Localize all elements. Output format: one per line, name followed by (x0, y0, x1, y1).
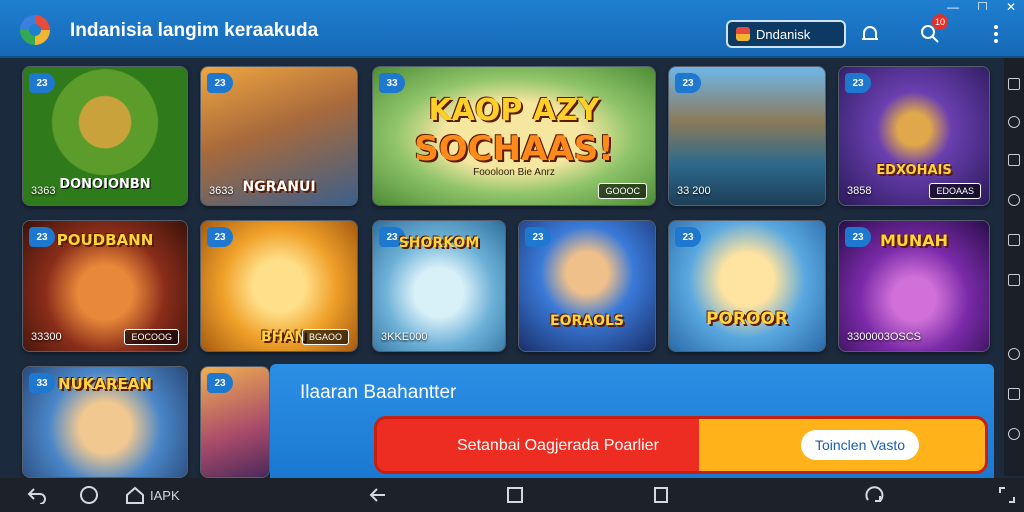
app-title: Indanisia langim keraakuda (70, 20, 319, 41)
card-rank: 23 (207, 73, 233, 93)
notification-badge: 10 (932, 14, 948, 30)
card-price: 33 200 (677, 185, 711, 197)
game-card[interactable]: 23 SHORKOM 3KKE000 (372, 220, 506, 352)
house-icon (126, 486, 144, 504)
more-menu-button[interactable] (980, 18, 1012, 50)
rail-tool-icon[interactable] (1008, 116, 1020, 128)
card-title-line2: SOCHAAS! (414, 129, 614, 169)
game-card[interactable]: 23 BHAN BGAOO (200, 220, 358, 352)
card-tag: GOOOC (598, 183, 647, 199)
promo-cta-text: Setanbai Oagjerada Poarlier (457, 437, 659, 454)
fullscreen-icon[interactable] (998, 486, 1016, 504)
card-price: 3363 (31, 185, 56, 197)
search-button[interactable]: 10 (914, 14, 948, 50)
rail-tool-icon[interactable] (1008, 194, 1020, 206)
promo-cta-button[interactable]: Toinclen Vasto (801, 430, 919, 460)
rail-tool-icon[interactable] (1008, 274, 1020, 286)
apk-install-button[interactable]: IAPK (124, 486, 180, 504)
card-title: EDXOHAIS (876, 163, 952, 178)
flag-icon (736, 27, 750, 41)
rail-tool-icon[interactable] (1008, 388, 1020, 400)
card-tag: EOCOOG (124, 329, 179, 345)
game-card[interactable]: 23 EDXOHAIS 3858 EDOAAS (838, 66, 990, 206)
card-title: KAOP AZY (428, 93, 600, 128)
card-price: 3300003OSCS (847, 331, 921, 343)
game-card[interactable]: 23 POROOR (668, 220, 826, 352)
game-card[interactable]: 23 EORAOLS (518, 220, 656, 352)
card-rank: 23 (675, 73, 701, 93)
minimize-icon[interactable]: — (947, 0, 959, 10)
card-title: MUNAH (879, 231, 949, 250)
promo-title: Ilaaran Baahantter (300, 382, 457, 403)
card-title: SHORKOM (398, 235, 480, 251)
card-title: NUKAREAN (58, 375, 152, 393)
card-rank: 23 (207, 227, 233, 247)
card-title: POROOR (706, 309, 788, 329)
rail-tool-icon[interactable] (1008, 154, 1020, 166)
card-subtitle: Foooloon Bie Anrz (473, 167, 555, 178)
game-card[interactable]: 23 POUDBANN 33300 EOCOOG (22, 220, 188, 352)
card-rank: 23 (845, 73, 871, 93)
arrow-back-icon[interactable] (368, 486, 388, 504)
language-label: Dndanisk (756, 26, 811, 42)
card-rank: 23 (525, 227, 551, 247)
app-logo[interactable] (20, 15, 50, 45)
card-tag: EDOAAS (929, 183, 981, 199)
card-price: 3858 (847, 185, 872, 197)
maximize-icon[interactable]: ☐ (977, 0, 988, 10)
card-rank: 33 (379, 73, 405, 93)
more-vertical-icon (994, 25, 998, 43)
rail-tool-icon[interactable] (1008, 78, 1020, 90)
window-controls: — ☐ ✕ (947, 0, 1016, 10)
card-rank: 23 (675, 227, 701, 247)
notification-bell-button[interactable] (854, 18, 886, 50)
game-card[interactable]: 23 DONOIONBN 3363 (22, 66, 188, 206)
card-price: 33300 (31, 331, 62, 343)
close-icon[interactable]: ✕ (1006, 0, 1016, 10)
card-tag: BGAOO (301, 329, 349, 345)
card-title: EORAOLS (550, 313, 624, 329)
card-rank: 23 (207, 373, 233, 393)
rotate-icon[interactable] (864, 486, 886, 504)
game-card[interactable]: 33 NUKAREAN (22, 366, 188, 478)
card-title: POUDBANN (56, 231, 154, 249)
right-toolbar (1004, 58, 1024, 476)
game-card[interactable]: 23 (200, 366, 270, 478)
bell-icon (862, 26, 878, 40)
bottom-nav-bar: IAPK (0, 478, 1024, 512)
home-square-icon[interactable] (506, 486, 524, 504)
recent-apps-icon[interactable] (652, 486, 670, 504)
language-selector[interactable]: Dndanisk (726, 20, 846, 48)
rail-tool-icon[interactable] (1008, 234, 1020, 246)
top-bar: Indanisia langim keraakuda Dndanisk 10 —… (0, 0, 1024, 58)
rail-tool-icon[interactable] (1008, 348, 1020, 360)
apk-label: IAPK (150, 487, 180, 503)
game-card[interactable]: 23 33 200 (668, 66, 826, 206)
promo-panel: Ilaaran Baahantter Setanbai Oagjerada Po… (270, 364, 994, 478)
game-card[interactable]: 23 NGRANUI 3633 (200, 66, 358, 206)
rail-tool-icon[interactable] (1008, 428, 1020, 440)
home-circle-icon[interactable] (78, 486, 100, 504)
card-rank: 23 (29, 73, 55, 93)
card-price: 3KKE000 (381, 331, 428, 343)
game-card-featured[interactable]: 33 KAOP AZY SOCHAAS! Foooloon Bie Anrz G… (372, 66, 656, 206)
game-card[interactable]: 23 MUNAH 3300003OSCS (838, 220, 990, 352)
promo-cta-bar[interactable]: Setanbai Oagjerada Poarlier Toinclen Vas… (374, 416, 988, 474)
card-price: 3633 (209, 185, 234, 197)
back-icon[interactable] (26, 486, 48, 504)
